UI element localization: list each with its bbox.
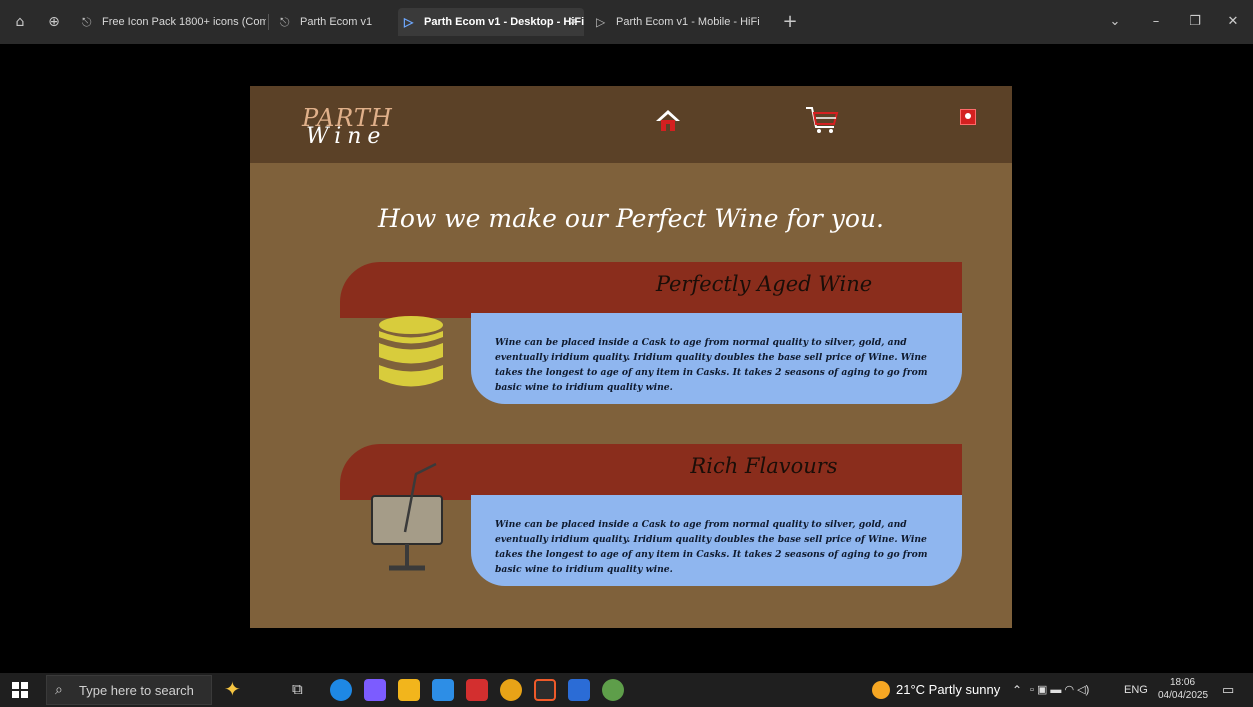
copilot-icon[interactable] bbox=[364, 679, 386, 701]
clock-time[interactable]: 18:06 bbox=[1170, 677, 1195, 688]
taskbar: ⌕ Type here to search ✦ ⧉ 21°C Partly su… bbox=[0, 673, 1253, 707]
cart-icon[interactable] bbox=[805, 105, 839, 135]
new-tab-button[interactable]: + bbox=[780, 12, 800, 32]
site-logo[interactable]: PARTH Wine bbox=[302, 104, 402, 154]
edge-icon[interactable] bbox=[330, 679, 352, 701]
card-title: Perfectly Aged Wine bbox=[655, 272, 873, 296]
play-prototype-icon: ▷ bbox=[404, 15, 414, 29]
acrobat-icon[interactable] bbox=[466, 679, 488, 701]
tab-label: Parth Ecom v1 - Desktop - HiFi bbox=[424, 16, 584, 28]
site-navbar: PARTH Wine bbox=[250, 86, 1012, 163]
browser-titlebar: ⌂ ⊕ ⎋ Free Icon Pack 1800+ icons (Commu … bbox=[0, 0, 1253, 44]
chrome-icon[interactable] bbox=[500, 679, 522, 701]
weather-text[interactable]: 21°C Partly sunny bbox=[896, 682, 1000, 697]
word-icon[interactable] bbox=[568, 679, 590, 701]
restore-button[interactable]: ❐ bbox=[1180, 10, 1210, 34]
task-view-icon[interactable]: ⧉ bbox=[292, 680, 303, 698]
card-title: Rich Flavours bbox=[690, 454, 838, 478]
play-prototype-icon: ▷ bbox=[596, 15, 606, 29]
search-icon: ⌕ bbox=[55, 682, 63, 698]
page-headline: How we make our Perfect Wine for you. bbox=[378, 204, 884, 233]
home-icon[interactable] bbox=[655, 108, 681, 134]
card-body: Wine can be placed inside a Cask to age … bbox=[471, 495, 962, 586]
card-perfectly-aged-wine: Perfectly Aged Wine Wine can be placed i… bbox=[340, 262, 962, 406]
tab-free-icon-pack[interactable]: ⎋ Free Icon Pack 1800+ icons (Commu bbox=[76, 8, 266, 36]
tab-label: Free Icon Pack 1800+ icons (Commu bbox=[102, 16, 266, 28]
globe-icon[interactable]: ⊕ bbox=[44, 12, 64, 32]
search-placeholder: Type here to search bbox=[79, 683, 194, 698]
clock-date[interactable]: 04/04/2025 bbox=[1158, 690, 1208, 701]
tab-label: Parth Ecom v1 bbox=[300, 16, 373, 28]
card-description: Wine can be placed inside a Cask to age … bbox=[495, 519, 928, 575]
figma-community-icon: ⎋ bbox=[280, 15, 290, 29]
notifications-icon[interactable]: ▭ bbox=[1222, 682, 1234, 698]
stacked-coins-icon bbox=[379, 316, 443, 387]
file-explorer-icon[interactable] bbox=[398, 679, 420, 701]
taskbar-search[interactable]: ⌕ Type here to search bbox=[46, 675, 212, 705]
close-tab-icon[interactable]: ✕ bbox=[569, 8, 578, 36]
tabs-dropdown-button[interactable]: ⌄ bbox=[1100, 10, 1130, 34]
home-icon[interactable]: ⌂ bbox=[10, 12, 30, 32]
logo-wine-text: Wine bbox=[306, 124, 387, 149]
windows-start-icon[interactable] bbox=[12, 682, 28, 698]
figma-community-icon: ⎋ bbox=[82, 15, 92, 29]
prototype-frame: PARTH Wine How we make our Perfect Wine … bbox=[250, 86, 1012, 628]
language-indicator[interactable]: ENG bbox=[1124, 684, 1148, 696]
tab-mobile-hifi[interactable]: ▷ Parth Ecom v1 - Mobile - HiFi bbox=[590, 8, 770, 36]
card-description: Wine can be placed inside a Cask to age … bbox=[495, 337, 928, 393]
figma-icon[interactable] bbox=[534, 679, 556, 701]
tab-desktop-hifi[interactable]: ▷ Parth Ecom v1 - Desktop - HiFi ✕ bbox=[398, 8, 584, 36]
close-window-button[interactable]: ✕ bbox=[1218, 10, 1248, 34]
wine-glass-straw-icon bbox=[371, 462, 443, 571]
paint-icon[interactable] bbox=[602, 679, 624, 701]
photos-icon[interactable] bbox=[432, 679, 454, 701]
profile-icon[interactable] bbox=[960, 109, 976, 125]
card-rich-flavours: Rich Flavours Wine can be placed inside … bbox=[340, 444, 962, 588]
minimize-button[interactable]: – bbox=[1141, 10, 1171, 34]
tab-divider bbox=[268, 14, 269, 30]
weather-icon[interactable] bbox=[872, 681, 890, 699]
copilot-sparkle-icon[interactable]: ✦ bbox=[224, 677, 241, 701]
tab-label: Parth Ecom v1 - Mobile - HiFi bbox=[616, 16, 760, 28]
card-body: Wine can be placed inside a Cask to age … bbox=[471, 313, 962, 404]
tray-icons[interactable]: ▫ ▣ ▬ ◠ ◁) bbox=[1030, 683, 1089, 696]
tray-chevron-icon[interactable]: ⌃ bbox=[1012, 683, 1022, 697]
tab-parth-ecom[interactable]: ⎋ Parth Ecom v1 bbox=[274, 8, 390, 36]
